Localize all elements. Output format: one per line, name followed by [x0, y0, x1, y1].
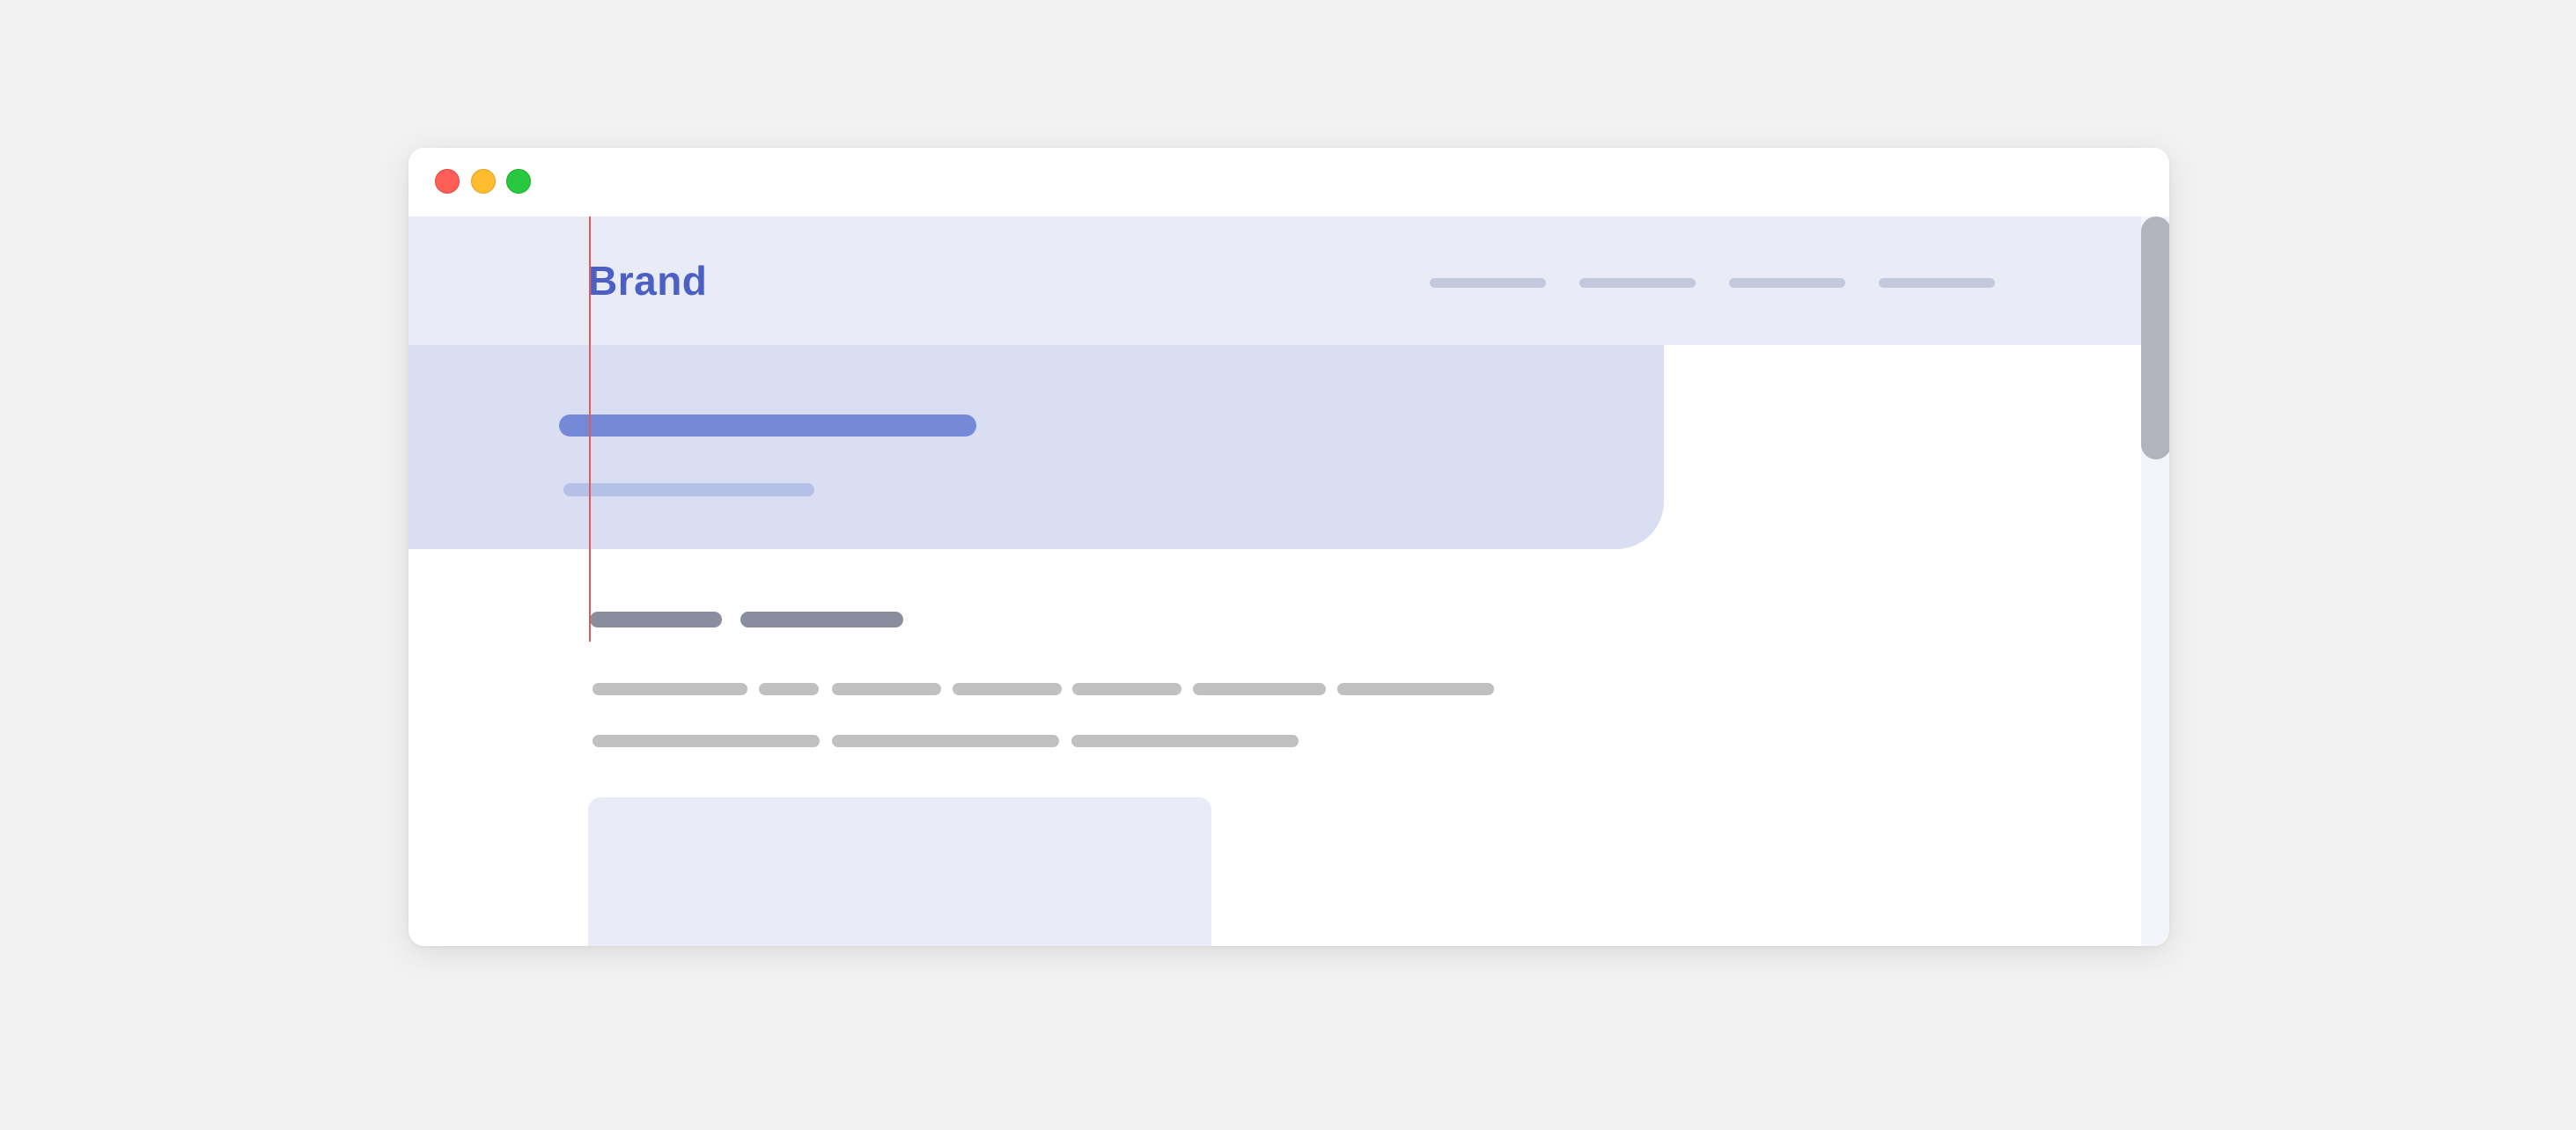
window-titlebar: [408, 148, 2169, 216]
nav-link-3[interactable]: [1729, 278, 1845, 288]
text-line-placeholder: [1072, 683, 1181, 695]
page-viewport: Brand: [408, 216, 2169, 946]
text-line-placeholder: [832, 735, 1059, 747]
text-line-placeholder: [1193, 683, 1326, 695]
maximize-window-button[interactable]: [506, 169, 531, 194]
site-navbar: Brand: [408, 216, 2141, 345]
brand-logo[interactable]: Brand: [588, 257, 707, 305]
section-heading-placeholder-1: [590, 612, 722, 627]
section-heading-placeholder-2: [740, 612, 903, 627]
nav-link-2[interactable]: [1579, 278, 1696, 288]
text-line-placeholder: [1337, 683, 1494, 695]
content-card: [588, 797, 1211, 946]
close-window-button[interactable]: [435, 169, 460, 194]
nav-link-4[interactable]: [1879, 278, 1995, 288]
text-line-placeholder: [1071, 735, 1299, 747]
text-line-placeholder: [832, 683, 941, 695]
scrollbar-thumb[interactable]: [2141, 216, 2169, 459]
minimize-window-button[interactable]: [471, 169, 496, 194]
text-line-placeholder: [592, 735, 820, 747]
hero-title-placeholder: [559, 415, 976, 437]
browser-window: Brand: [408, 148, 2169, 946]
text-caret: [589, 216, 591, 642]
text-line-placeholder: [759, 683, 819, 695]
text-line-placeholder: [953, 683, 1062, 695]
vertical-scrollbar[interactable]: [2141, 216, 2169, 946]
text-line-placeholder: [592, 683, 747, 695]
nav-link-1[interactable]: [1430, 278, 1546, 288]
hero-section: [408, 345, 1664, 549]
hero-subtitle-placeholder: [563, 483, 814, 496]
